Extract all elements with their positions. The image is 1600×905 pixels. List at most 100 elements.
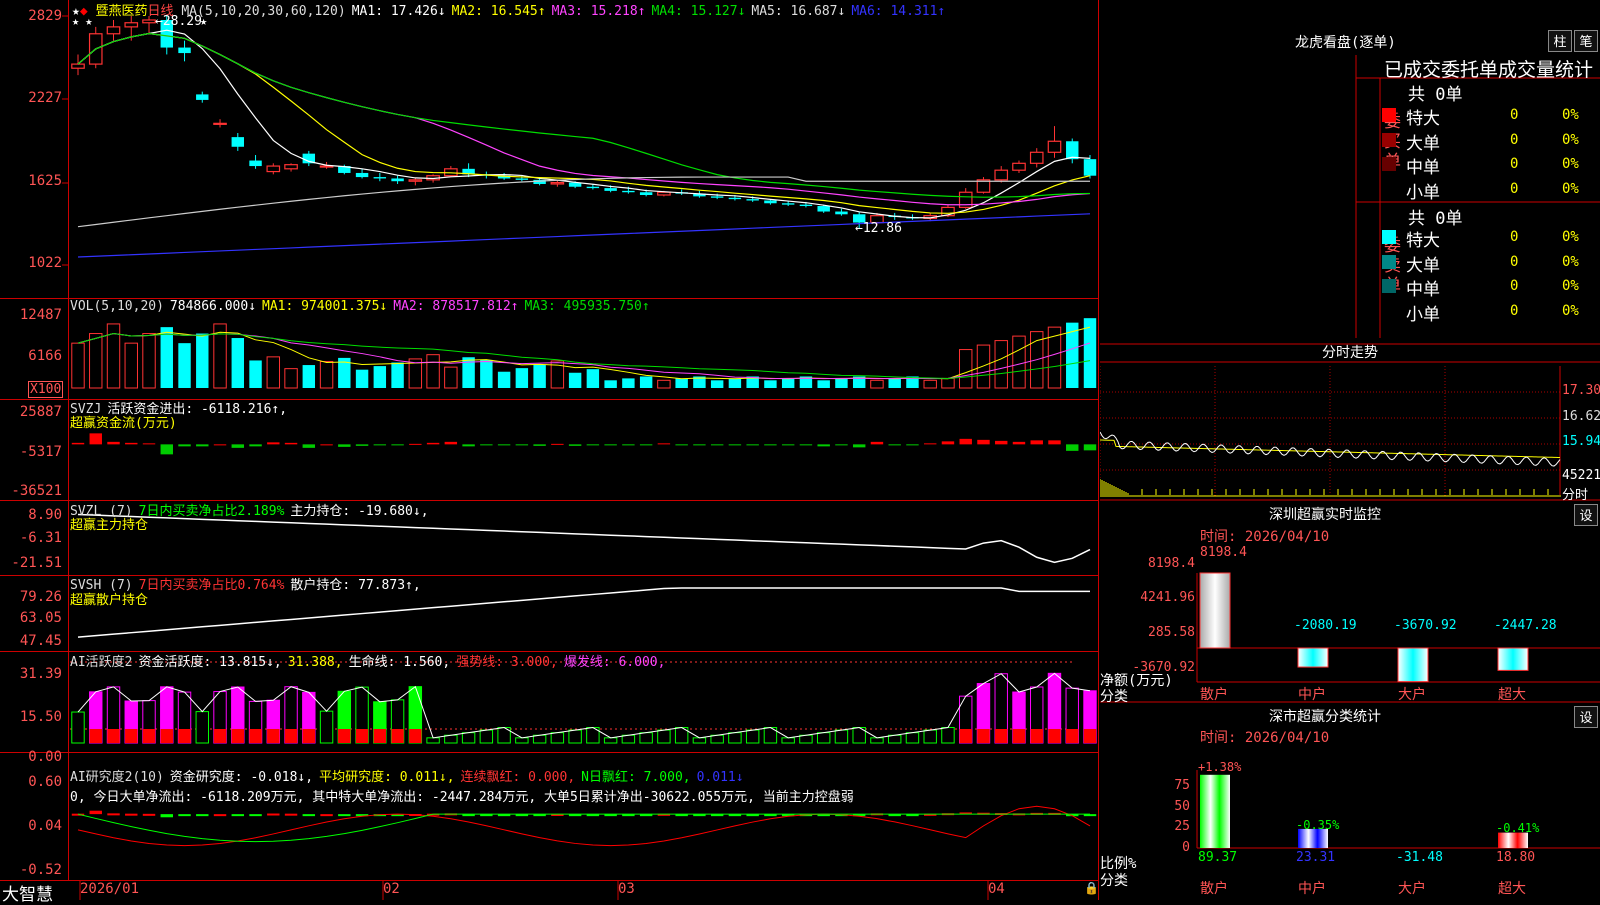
activity-bar [710, 734, 724, 744]
monitor-time: 时间: 2026/04/10 [1200, 529, 1330, 545]
volume-bar [994, 340, 1008, 389]
ai-active-legend-item: 31.388, [287, 655, 343, 670]
activity-base-bar [373, 729, 387, 743]
vol-legend-item: 784866.000↓ [169, 299, 257, 314]
volume-bar [89, 333, 103, 389]
ai-research-legend-item: N日飘红: 7.000, [581, 770, 691, 785]
ai-research-legend-item: 资金研究度: -0.018↓, [169, 770, 314, 785]
fund-flow-bar [533, 444, 546, 446]
fund-flow-bar [764, 444, 777, 446]
research-bar [320, 814, 333, 817]
star-marker: ★ [72, 14, 86, 28]
candle-body [1029, 151, 1044, 164]
classify-category-label: 散户 [1200, 881, 1228, 897]
volume-bar [675, 378, 688, 388]
activity-bar [550, 732, 565, 744]
fund-flow-bar [551, 443, 564, 445]
fund-flow-bar [923, 443, 937, 445]
monitor-value-label: -2447.28 [1494, 618, 1557, 633]
fund-flow-bar [1066, 444, 1079, 451]
classify-settings-button[interactable]: 设 [1574, 706, 1598, 728]
classify-category-label: 超大 [1498, 881, 1526, 897]
monitor-top-value: 8198.4 [1200, 545, 1247, 560]
candle-body [799, 204, 813, 207]
activity-base-bar [977, 729, 990, 743]
activity-bar [603, 737, 618, 744]
activity-base-bar [1012, 729, 1026, 743]
activity-bar [728, 732, 742, 744]
monitor-xlabel: 分类 [1100, 689, 1128, 705]
brand-label: 大智慧 [2, 885, 53, 905]
candle-body [764, 200, 777, 204]
buy_side-row: 大单 0 0% [1382, 129, 1600, 154]
buy-total: 共 0单 [1408, 85, 1463, 105]
main-ytick: 2829 [28, 8, 62, 24]
sell_side-count: 0 [1510, 302, 1519, 319]
volume-bar [142, 333, 156, 389]
sell_side-color-swatch [1382, 230, 1396, 244]
candle-body [249, 160, 262, 167]
volume-bar [888, 378, 901, 388]
fund-flow-bar [1012, 441, 1026, 445]
fund-flow-bar [213, 444, 227, 446]
xaxis-label: 04 [988, 881, 1005, 897]
research-bar [125, 813, 138, 816]
fund-flow-bar [746, 444, 759, 446]
intraday-vol-label: 分时 [1562, 488, 1589, 503]
classify-ytick: 50 [1174, 799, 1190, 814]
fund-flow-bar [515, 444, 529, 446]
pen-view-button[interactable]: 笔 [1574, 30, 1598, 52]
kline-chart-area[interactable]: ★◆ 暨燕医药日线 MA(5,10,20,30,60,120) MA1: 17.4… [0, 0, 1100, 905]
fund-flow-bar [426, 442, 440, 445]
volume-bar [835, 378, 848, 388]
classify-value-label: 89.37 [1198, 850, 1238, 865]
intraday-avg-line [1100, 439, 1561, 458]
sell_side-percent: 0% [1562, 302, 1579, 319]
research-bar [267, 813, 280, 816]
sell_side-percent: 0% [1562, 253, 1579, 270]
activity-base-bar [249, 729, 262, 743]
candle-body [622, 190, 635, 193]
monitor-value-label: -2080.19 [1294, 618, 1357, 633]
volume-bar [391, 362, 404, 388]
candle-body [835, 211, 848, 215]
fund-flow-bar [977, 439, 990, 445]
lock-icon[interactable]: 🔒 [1084, 881, 1099, 895]
volume-bar [480, 359, 493, 388]
sell_side-count: 0 [1510, 278, 1519, 294]
sell_side-percent: 0% [1562, 229, 1579, 245]
activity-base-bar [338, 729, 351, 743]
main-legend-item: MA1: 17.426↓ [351, 4, 446, 19]
buy_side-count: 0 [1510, 107, 1519, 123]
volume-bar [764, 380, 777, 388]
activity-bar [319, 710, 334, 744]
research-bar [302, 814, 316, 817]
monitor-settings-button[interactable]: 设 [1574, 504, 1598, 526]
candle-body [266, 165, 281, 173]
volume-bar [196, 333, 209, 388]
bar-view-button[interactable]: 柱 [1548, 30, 1572, 52]
buy_side-percent: 0% [1562, 107, 1579, 123]
activity-bar [923, 729, 937, 744]
activity-base-bar [1083, 729, 1097, 743]
fund-flow-bar [835, 444, 848, 446]
volume-bar [71, 342, 85, 389]
fund-flow-bar [231, 444, 245, 448]
volume-bar [178, 343, 191, 388]
candle-body [373, 177, 387, 179]
svsh-ytick: 79.26 [19, 589, 62, 605]
activity-base-bar [142, 729, 156, 743]
activity-bar [799, 734, 813, 744]
monitor-bar [1497, 647, 1529, 671]
volume-bar [976, 344, 991, 389]
avg-research-line [77, 813, 1090, 843]
fund-flow-bar [906, 444, 919, 446]
candle-body [515, 178, 529, 180]
classify-category-label: 中户 [1298, 881, 1326, 897]
volume-bar [444, 366, 458, 389]
buy_side-size-label: 特大 [1406, 109, 1440, 129]
activity-bar [568, 729, 582, 744]
main-legend-item: MA2: 16.545↑ [451, 4, 546, 19]
high-price-label: ←28.29 [155, 14, 202, 29]
high-price-value: 28.29 [162, 14, 202, 29]
